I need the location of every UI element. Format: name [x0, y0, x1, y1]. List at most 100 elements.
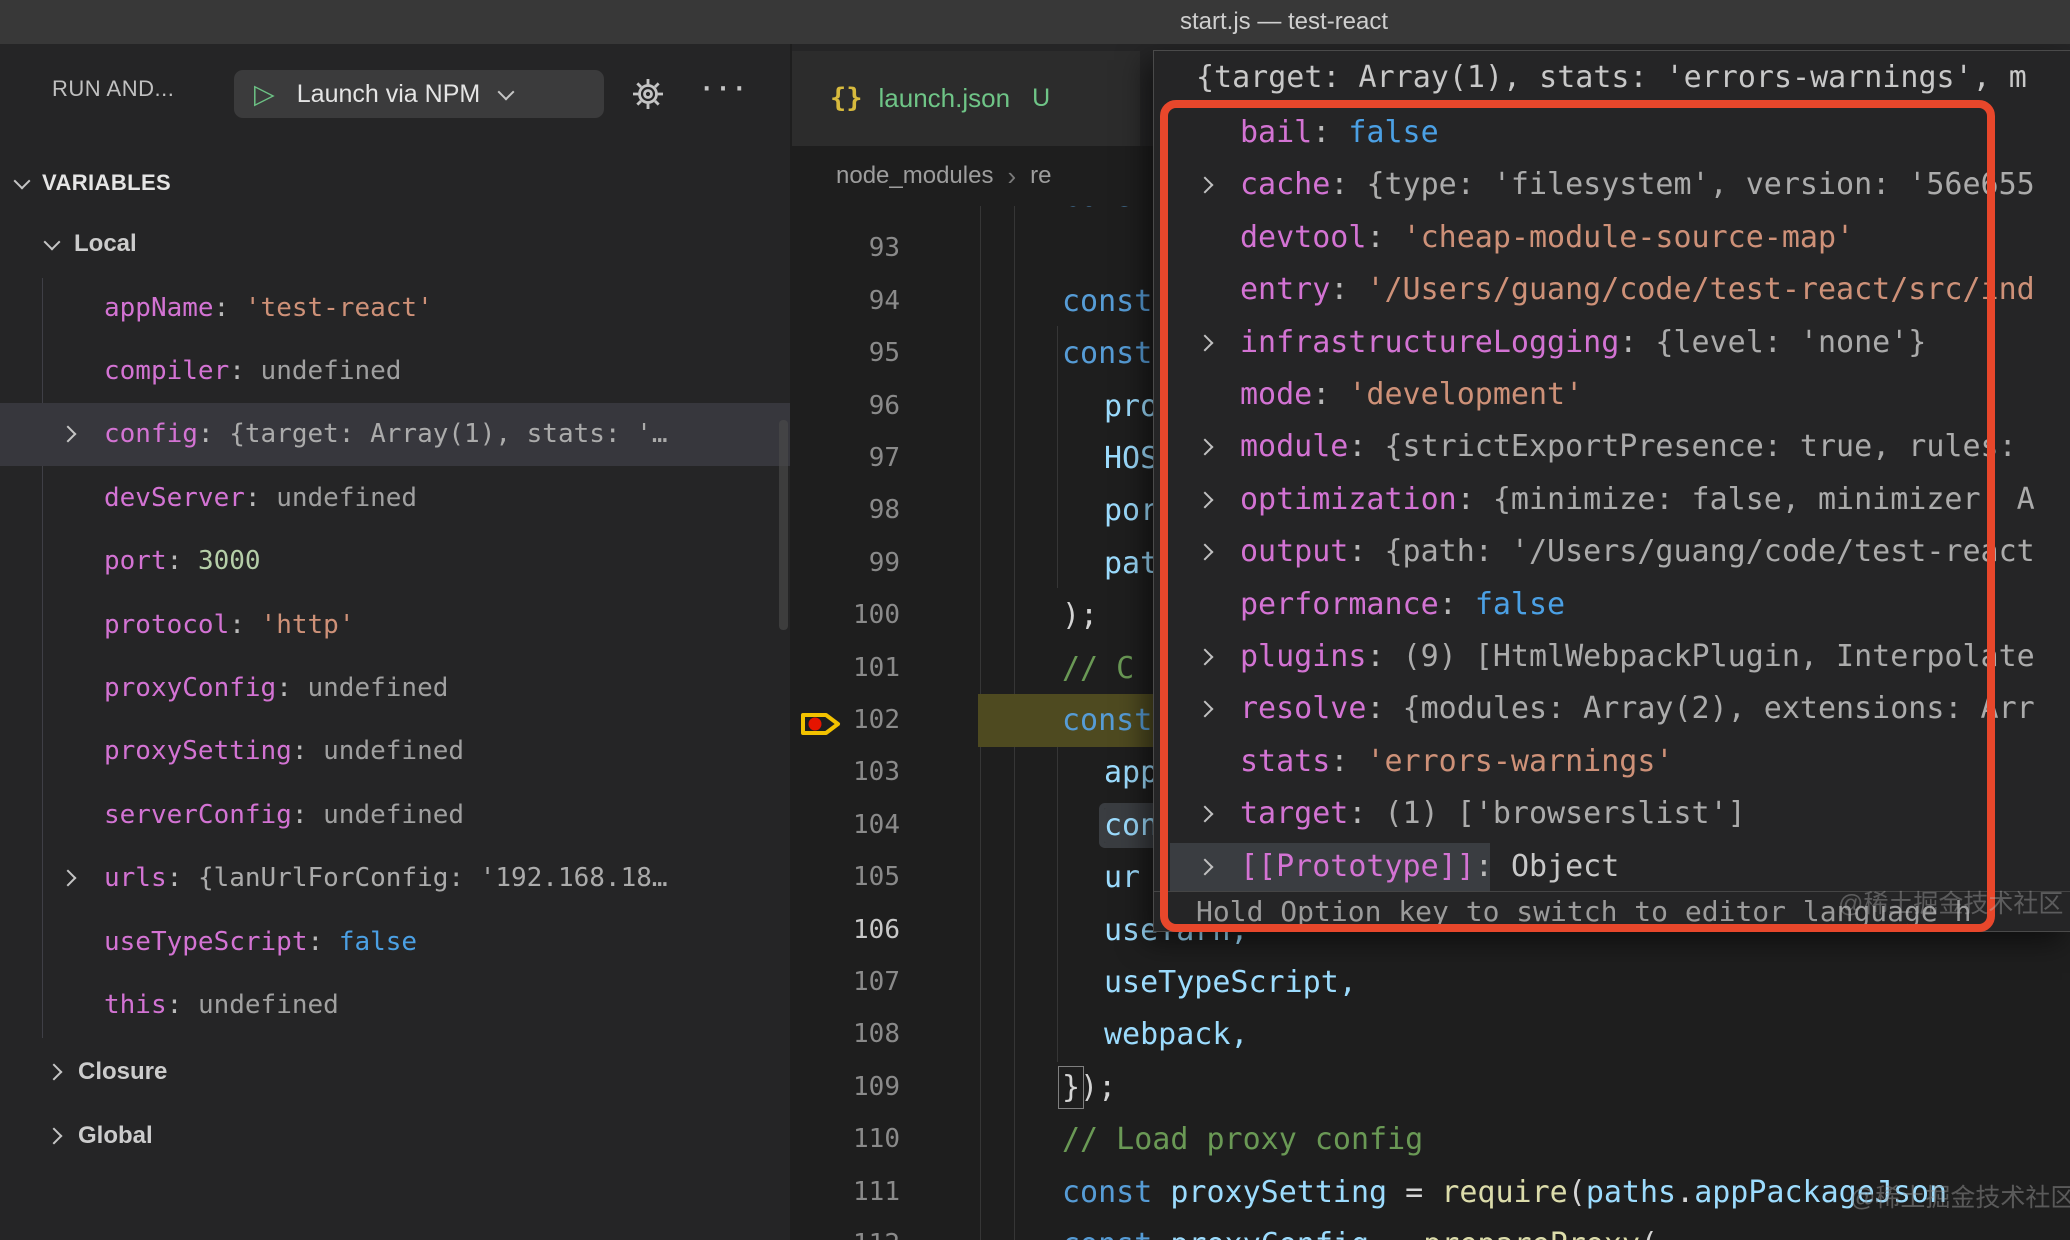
line-number[interactable]: 95	[792, 327, 900, 380]
line-number[interactable]: 93	[792, 222, 900, 275]
token: (	[1640, 1227, 1658, 1240]
code-line-112[interactable]: 112 const proxyConfig = prepareProxy(	[792, 1218, 2070, 1240]
chevron-right-icon[interactable]	[1197, 701, 1214, 718]
popup-row-plugins[interactable]: plugins: (9) [HtmlWebpackPlugin, Interpo…	[1154, 631, 2070, 683]
line-number[interactable]: 106	[792, 904, 900, 957]
line-number[interactable]: 112	[792, 1218, 900, 1240]
chevron-right-icon[interactable]	[1197, 177, 1214, 194]
popup-row-optimization[interactable]: optimization: {minimize: false, minimize…	[1154, 474, 2070, 526]
settings-gear-button[interactable]	[628, 74, 668, 114]
sidebar-scrollbar[interactable]	[779, 420, 788, 630]
line-number[interactable]: 101	[792, 642, 900, 695]
line-number[interactable]: 104	[792, 799, 900, 852]
panel-title: RUN AND...	[52, 76, 174, 102]
tab-launch-json[interactable]: {} launch.json U	[792, 51, 1140, 146]
popup-row-infrastructurelogging[interactable]: infrastructureLogging: {level: 'none'}	[1154, 317, 2070, 369]
variable-row-useTypeScript[interactable]: useTypeScript: false	[0, 910, 790, 973]
code-line-109[interactable]: 109});	[792, 1061, 2070, 1114]
code-line-111[interactable]: 111const proxySetting = require(paths.ap…	[792, 1166, 2070, 1219]
line-number[interactable]: 107	[792, 956, 900, 1009]
popup-row-cache[interactable]: cache: {type: 'filesystem', version: '56…	[1154, 159, 2070, 211]
line-number[interactable]: 105	[792, 851, 900, 904]
variable-row-proxySetting[interactable]: proxySetting: undefined	[0, 720, 790, 783]
property-value: {path: '/Users/guang/code/test-react	[1385, 534, 2035, 569]
variable-row-urls[interactable]: urls: {lanUrlForConfig: '192.168.18…	[0, 847, 790, 910]
property-value: false	[1348, 115, 1438, 150]
variable-row-port[interactable]: port: 3000	[0, 530, 790, 593]
line-number[interactable]: 103	[792, 746, 900, 799]
variable-row-config[interactable]: config: {target: Array(1), stats: '…	[0, 403, 790, 466]
variable-row-compiler[interactable]: compiler: undefined	[0, 339, 790, 402]
popup-row-target[interactable]: target: (1) ['browserslist']	[1154, 788, 2070, 840]
variable-content: urls: {lanUrlForConfig: '192.168.18…	[104, 863, 668, 893]
variable-colon: :	[167, 990, 198, 1020]
breadcrumb-item-leaf[interactable]: re	[1030, 162, 1051, 190]
variable-row-serverConfig[interactable]: serverConfig: undefined	[0, 783, 790, 846]
variable-row-appName[interactable]: appName: 'test-react'	[0, 276, 790, 339]
variable-name: appName	[104, 293, 214, 323]
popup-row-devtool[interactable]: devtool: 'cheap-module-source-map'	[1154, 212, 2070, 264]
line-number[interactable]: 100	[792, 589, 900, 642]
token: const	[1062, 1175, 1170, 1210]
chevron-down-icon	[44, 233, 61, 250]
popup-row-prototype[interactable]: [[Prototype]]: Object	[1154, 841, 2070, 893]
variable-colon: :	[214, 293, 245, 323]
popup-row-mode[interactable]: mode: 'development'	[1154, 369, 2070, 421]
property-name: performance	[1240, 587, 1439, 622]
line-number[interactable]: 94	[792, 275, 900, 328]
popup-row-resolve[interactable]: resolve: {modules: Array(2), extensions:…	[1154, 683, 2070, 735]
line-number[interactable]: 97	[792, 432, 900, 485]
code-text: useTypeScript,	[1104, 956, 1357, 1009]
line-number[interactable]: 110	[792, 1113, 900, 1166]
property-value: false	[1475, 587, 1565, 622]
scope-closure[interactable]: Closure	[0, 1041, 790, 1103]
line-number[interactable]: 96	[792, 380, 900, 433]
property-colon: :	[1366, 639, 1402, 674]
popup-row-text: target: (1) ['browserslist']	[1240, 788, 1746, 840]
popup-row-bail[interactable]: bail: false	[1154, 107, 2070, 159]
popup-row-performance[interactable]: performance: false	[1154, 579, 2070, 631]
property-colon: :	[1330, 744, 1366, 779]
property-value: '/Users/guang/code/test-react/src/ind	[1366, 272, 2034, 307]
line-number[interactable]: 98	[792, 484, 900, 537]
chevron-right-icon[interactable]	[1197, 806, 1214, 823]
variable-colon: :	[229, 356, 260, 386]
line-number[interactable]: 102	[792, 694, 900, 747]
variable-row-this[interactable]: this: undefined	[0, 973, 790, 1036]
launch-configuration-button[interactable]: ▷ Launch via NPM	[234, 70, 604, 118]
property-colon: :	[1330, 272, 1366, 307]
chevron-right-icon[interactable]	[60, 426, 77, 443]
more-actions-button[interactable]: ···	[700, 64, 749, 109]
variable-row-protocol[interactable]: protocol: 'http'	[0, 593, 790, 656]
breadcrumb-item-node-modules[interactable]: node_modules	[836, 162, 993, 190]
line-number[interactable]: 99	[792, 537, 900, 590]
scope-global[interactable]: Global	[0, 1105, 790, 1167]
chevron-right-icon[interactable]	[60, 870, 77, 887]
chevron-right-icon	[46, 1128, 63, 1145]
variable-name: urls	[104, 863, 167, 893]
chevron-right-icon	[46, 1064, 63, 1081]
variable-row-devServer[interactable]: devServer: undefined	[0, 466, 790, 529]
chevron-right-icon[interactable]	[1197, 649, 1214, 666]
variable-row-proxyConfig[interactable]: proxyConfig: undefined	[0, 656, 790, 719]
code-line-107[interactable]: 107 useTypeScript,	[792, 956, 2070, 1009]
token: por	[1104, 493, 1158, 528]
code-line-108[interactable]: 108webpack,	[792, 1008, 2070, 1061]
chevron-right-icon[interactable]	[1197, 544, 1214, 561]
chevron-right-icon[interactable]	[1197, 334, 1214, 351]
scope-local[interactable]: Local	[0, 220, 790, 268]
line-number[interactable]: 111	[792, 1166, 900, 1219]
popup-row-output[interactable]: output: {path: '/Users/guang/code/test-r…	[1154, 526, 2070, 578]
popup-row-stats[interactable]: stats: 'errors-warnings'	[1154, 736, 2070, 788]
line-number[interactable]: 108	[792, 1008, 900, 1061]
code-text: const proxyConfig = prepareProxy(	[1062, 1218, 1658, 1240]
chevron-right-icon[interactable]	[1197, 491, 1214, 508]
code-text: // C	[1062, 642, 1134, 695]
code-line-110[interactable]: 110// Load proxy config	[792, 1113, 2070, 1166]
popup-row-module[interactable]: module: {strictExportPresence: true, rul…	[1154, 421, 2070, 473]
variable-value: {target: Array(1), stats: '…	[229, 419, 667, 449]
popup-row-entry[interactable]: entry: '/Users/guang/code/test-react/src…	[1154, 264, 2070, 316]
variables-section-header[interactable]: VARIABLES	[0, 160, 790, 206]
line-number[interactable]: 109	[792, 1061, 900, 1114]
chevron-right-icon[interactable]	[1197, 439, 1214, 456]
